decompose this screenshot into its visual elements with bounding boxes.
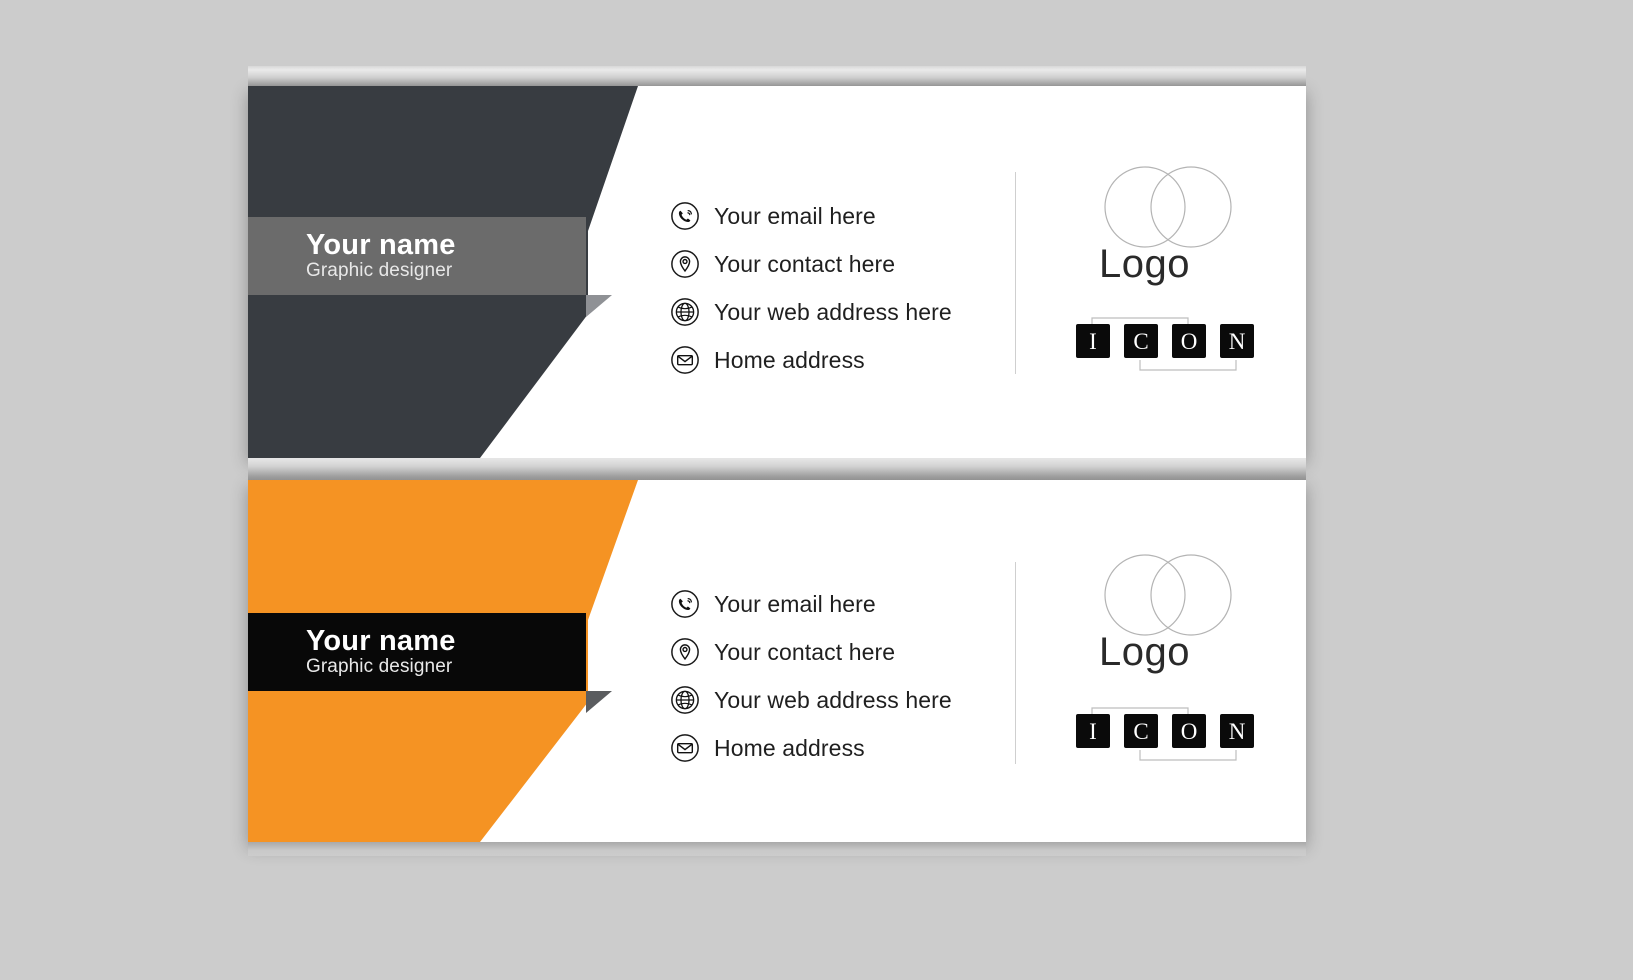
vertical-divider	[1015, 172, 1016, 374]
metal-bar-bottom	[248, 842, 1306, 856]
contact-label: Home address	[714, 734, 865, 761]
contact-row-email[interactable]: Your email here	[670, 192, 952, 240]
contact-label: Your email here	[714, 202, 876, 229]
phone-icon	[671, 590, 699, 618]
icon-tile-letter-i: I	[1089, 329, 1097, 354]
logo-circles-icon	[1104, 166, 1232, 248]
phone-icon	[671, 202, 699, 230]
icon-tile-letter-n: N	[1229, 719, 1246, 744]
icon-tiles-graphic: I C O N	[1076, 707, 1254, 761]
contact-row-home[interactable]: Home address	[670, 724, 952, 772]
name-band-orange: Your name Graphic designer	[248, 613, 586, 691]
contact-label: Home address	[714, 346, 865, 373]
business-card-orange[interactable]: Your name Graphic designer Your email he…	[248, 480, 1306, 842]
contact-list-orange: Your email here Your contact here Your w…	[670, 580, 952, 772]
envelope-icon	[671, 346, 699, 374]
business-card-dark[interactable]: Your name Graphic designer Your email he…	[248, 86, 1306, 458]
location-icon	[671, 250, 699, 278]
band-fold-shadow-dark	[586, 295, 612, 317]
icon-tile-letter-n: N	[1229, 329, 1246, 354]
person-name: Your name	[306, 624, 456, 657]
vertical-divider	[1015, 562, 1016, 764]
contact-row-web[interactable]: Your web address here	[670, 288, 952, 336]
logo-text: Logo	[1099, 630, 1190, 674]
envelope-icon	[671, 734, 699, 762]
icon-tiles-dark: I C O N	[1070, 308, 1260, 385]
icon-tile-letter-c: C	[1133, 719, 1148, 744]
icon-tile-letter-o: O	[1181, 719, 1198, 744]
logo-text: Logo	[1099, 242, 1190, 286]
contact-label: Your web address here	[714, 686, 952, 713]
contact-list-dark: Your email here Your contact here Your w…	[670, 192, 952, 384]
contact-row-contact[interactable]: Your contact here	[670, 628, 952, 676]
icon-tile-letter-i: I	[1089, 719, 1097, 744]
person-role: Graphic designer	[306, 259, 453, 281]
location-icon	[671, 638, 699, 666]
contact-label: Your email here	[714, 590, 876, 617]
icon-tiles-graphic: I C O N	[1076, 317, 1254, 371]
contact-label: Your contact here	[714, 638, 896, 665]
contact-row-home[interactable]: Home address	[670, 336, 952, 384]
person-role: Graphic designer	[306, 655, 453, 677]
metal-bar-top	[248, 66, 1306, 88]
icon-tiles-orange: I C O N	[1070, 698, 1260, 775]
person-name: Your name	[306, 228, 456, 261]
band-fold-shadow-orange	[586, 691, 612, 713]
contact-row-email[interactable]: Your email here	[670, 580, 952, 628]
globe-icon	[671, 298, 699, 326]
name-band-dark: Your name Graphic designer	[248, 217, 586, 295]
contact-label: Your contact here	[714, 250, 896, 277]
logo-circles-icon	[1104, 554, 1232, 636]
globe-icon	[671, 686, 699, 714]
contact-row-contact[interactable]: Your contact here	[670, 240, 952, 288]
design-canvas: Your name Graphic designer Your email he…	[0, 0, 1633, 980]
logo-block-dark: Logo	[1093, 164, 1243, 284]
icon-tile-letter-o: O	[1181, 329, 1198, 354]
contact-label: Your web address here	[714, 298, 952, 325]
logo-block-orange: Logo	[1093, 552, 1243, 672]
icon-tile-letter-c: C	[1133, 329, 1148, 354]
contact-row-web[interactable]: Your web address here	[670, 676, 952, 724]
